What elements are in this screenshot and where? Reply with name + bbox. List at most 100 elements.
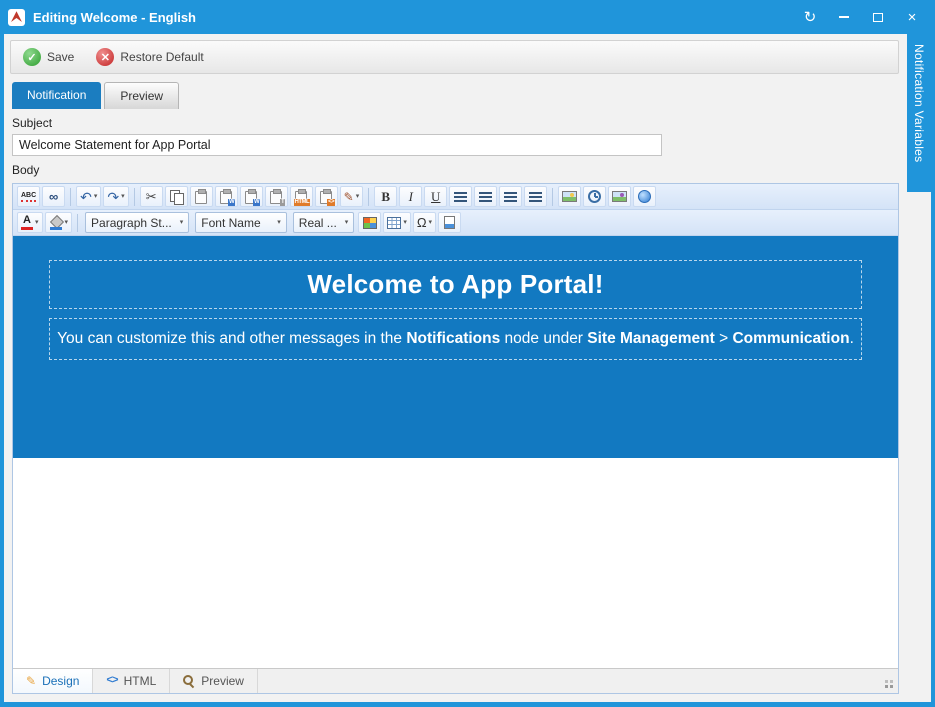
align-left-button[interactable]: [449, 186, 472, 207]
caret-down-icon: ▾: [180, 219, 184, 226]
colored-table-icon: [363, 217, 377, 229]
tabstrip: Notification Preview: [10, 82, 901, 109]
underline-button[interactable]: U: [424, 186, 447, 207]
cut-button[interactable]: ✂: [140, 186, 163, 207]
format-stripper-icon: ✎: [344, 190, 354, 204]
pencil-icon: ✎: [26, 674, 36, 688]
command-toolbar: ✓ Save ✕ Restore Default: [10, 40, 899, 74]
scissors-icon: ✂: [146, 189, 157, 205]
background-color-button[interactable]: ▾: [45, 212, 73, 233]
mode-tab-html[interactable]: <> HTML: [93, 669, 170, 693]
content-column: ✓ Save ✕ Restore Default Notification Pr…: [4, 34, 903, 702]
caret-down-icon: ▾: [429, 219, 433, 226]
bold-button[interactable]: B: [374, 186, 397, 207]
mode-tab-preview[interactable]: Preview: [170, 669, 258, 693]
close-button[interactable]: ×: [897, 5, 927, 29]
welcome-heading: Welcome to App Portal!: [56, 269, 855, 300]
redo-icon: ↷: [107, 190, 119, 204]
paste-html-button[interactable]: <>: [315, 186, 338, 207]
save-check-icon: ✓: [23, 48, 41, 66]
heading-block[interactable]: Welcome to App Portal!: [49, 260, 862, 309]
maximize-button[interactable]: [863, 5, 893, 29]
spellcheck-button[interactable]: ABC: [17, 186, 40, 207]
paste-from-word-clean-button[interactable]: W: [240, 186, 263, 207]
paste-plain-text-button[interactable]: T: [265, 186, 288, 207]
snippet-page-icon: [444, 216, 455, 229]
resize-grip[interactable]: [890, 685, 893, 688]
paste-from-word-icon: W: [220, 191, 232, 204]
copy-button[interactable]: [165, 186, 188, 207]
toolbar-separator: [552, 188, 553, 206]
paste-button[interactable]: [190, 186, 213, 207]
omega-icon: Ω: [417, 215, 427, 230]
align-left-icon: [454, 192, 467, 202]
editor-mode-bar: ✎ Design <> HTML Preview: [13, 668, 898, 693]
notification-variables-tab[interactable]: Notification Variables: [907, 34, 931, 192]
paint-bucket-icon: [49, 216, 63, 230]
caret-down-icon: ▾: [277, 219, 281, 226]
tab-preview[interactable]: Preview: [104, 82, 179, 109]
redo-button[interactable]: ↷▾: [103, 186, 128, 207]
toolbar-separator: [368, 188, 369, 206]
find-replace-button[interactable]: ∞: [42, 186, 65, 207]
editor-toolbar-row-2: A▾ ▾ Paragraph St...▾ Font Name ▾ Real ..…: [13, 210, 898, 236]
insert-table-button[interactable]: ▾: [383, 212, 411, 233]
editor-canvas[interactable]: Welcome to App Portal! You can customize…: [13, 236, 898, 668]
align-right-button[interactable]: [499, 186, 522, 207]
font-name-select[interactable]: Font Name ▾: [195, 212, 287, 233]
minimize-button[interactable]: [829, 5, 859, 29]
media-manager-button[interactable]: [608, 186, 631, 207]
tab-notification[interactable]: Notification: [12, 82, 101, 109]
message-block[interactable]: You can customize this and other message…: [49, 318, 862, 360]
welcome-message: You can customize this and other message…: [56, 330, 855, 348]
welcome-banner: Welcome to App Portal! You can customize…: [13, 236, 898, 458]
table-style-button[interactable]: [358, 212, 381, 233]
image-manager-button[interactable]: [558, 186, 581, 207]
right-rail: Notification Variables: [903, 34, 931, 702]
code-icon: <>: [106, 675, 117, 687]
paragraph-style-select[interactable]: Paragraph St...▾: [85, 212, 189, 233]
globe-icon: [638, 190, 651, 203]
maximize-icon: [873, 13, 883, 22]
dialog-window: Editing Welcome - English ↻ × ✓ Save ✕ R…: [0, 0, 935, 707]
window-title: Editing Welcome - English: [33, 10, 196, 25]
mode-tab-design[interactable]: ✎ Design: [13, 669, 93, 693]
restore-cross-icon: ✕: [96, 48, 114, 66]
format-stripper-button[interactable]: ✎▾: [340, 186, 364, 207]
align-justify-button[interactable]: [524, 186, 547, 207]
paste-from-word-button[interactable]: W: [215, 186, 238, 207]
paste-icon: [195, 191, 207, 204]
caret-down-icon: ▾: [356, 193, 360, 200]
undo-button[interactable]: ↶▾: [76, 186, 101, 207]
binoculars-icon: ∞: [49, 189, 58, 204]
insert-date-button[interactable]: [583, 186, 606, 207]
align-center-button[interactable]: [474, 186, 497, 207]
font-name-value: Font Name: [201, 216, 269, 230]
media-icon: [612, 191, 627, 202]
font-color-button[interactable]: A▾: [17, 212, 43, 233]
hyperlink-manager-button[interactable]: [633, 186, 656, 207]
font-size-value: Real ...: [299, 216, 337, 230]
client-area: ✓ Save ✕ Restore Default Notification Pr…: [4, 34, 931, 702]
refresh-button[interactable]: ↻: [795, 5, 825, 29]
caret-down-icon: ▾: [94, 193, 98, 200]
font-size-select[interactable]: Real ...▾: [293, 212, 355, 233]
restore-default-label: Restore Default: [120, 50, 203, 64]
paste-from-word-clean-icon: W: [245, 191, 257, 204]
insert-symbol-button[interactable]: Ω▾: [413, 212, 436, 233]
undo-icon: ↶: [80, 190, 92, 204]
italic-button[interactable]: I: [399, 186, 422, 207]
clock-icon: [588, 190, 601, 203]
insert-snippet-button[interactable]: [438, 212, 461, 233]
restore-default-button[interactable]: ✕ Restore Default: [96, 48, 203, 66]
toolbar-separator: [70, 188, 71, 206]
spellcheck-icon: ABC: [21, 191, 36, 202]
paste-as-html-button[interactable]: HTML: [290, 186, 313, 207]
subject-input[interactable]: [12, 134, 662, 156]
italic-icon: I: [409, 189, 413, 205]
save-button[interactable]: ✓ Save: [23, 48, 74, 66]
design-tab-label: Design: [42, 674, 79, 688]
bold-icon: B: [381, 189, 390, 205]
copy-icon: [170, 190, 183, 204]
window-controls: ↻ ×: [795, 5, 927, 29]
